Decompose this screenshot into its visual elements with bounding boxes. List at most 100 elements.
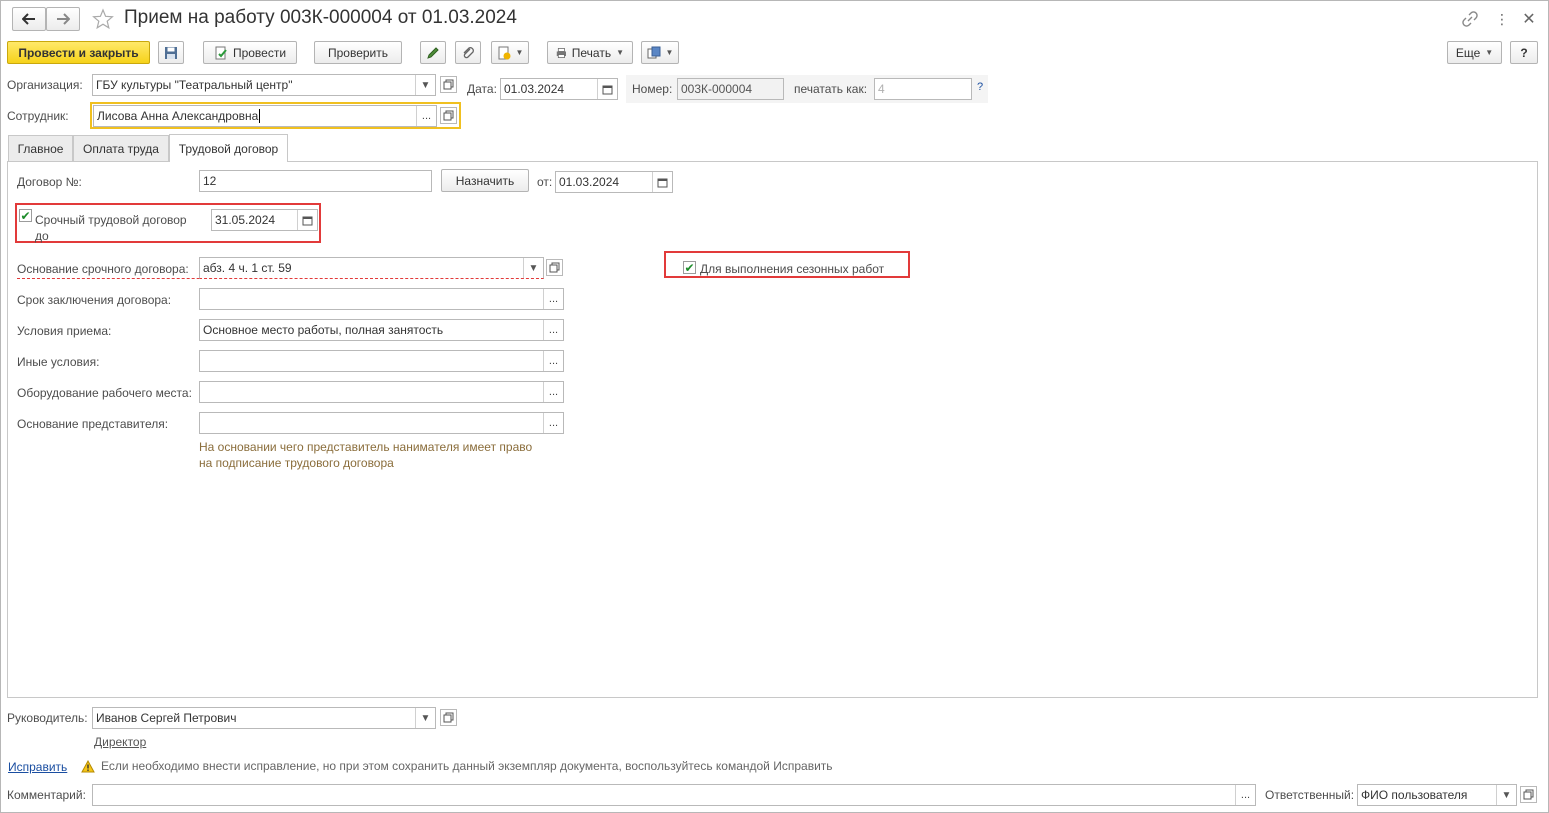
- select-ellipsis-button[interactable]: ...: [416, 106, 436, 126]
- comment-label: Комментарий:: [7, 788, 86, 802]
- basis-value: абз. 4 ч. 1 ст. 59: [203, 261, 292, 275]
- floppy-disk-icon: [165, 46, 177, 59]
- manager-open-button[interactable]: [440, 709, 457, 726]
- term-label: Срок заключения договора:: [17, 293, 172, 307]
- dropdown-arrow-icon[interactable]: ▼: [415, 75, 435, 95]
- sign-button[interactable]: [420, 41, 446, 64]
- link-icon[interactable]: [1460, 9, 1480, 29]
- manager-position-link[interactable]: Директор: [94, 735, 146, 749]
- calendar-icon[interactable]: [297, 210, 317, 230]
- check-button[interactable]: Проверить: [314, 41, 402, 64]
- printer-icon: [556, 47, 566, 58]
- chevron-down-icon: ▼: [1485, 48, 1494, 57]
- rep-basis-field[interactable]: ...: [199, 412, 564, 434]
- open-window-icon: [443, 110, 454, 121]
- help-button[interactable]: ?: [1510, 41, 1538, 64]
- equipment-field[interactable]: ...: [199, 381, 564, 403]
- responsible-field[interactable]: ФИО пользователя ▼: [1357, 784, 1517, 806]
- favorite-star-icon[interactable]: [90, 7, 116, 31]
- select-ellipsis-button[interactable]: ...: [543, 289, 563, 309]
- contract-from-value: 01.03.2024: [559, 175, 620, 189]
- contract-from-field[interactable]: 01.03.2024: [555, 171, 673, 193]
- tab-main[interactable]: Главное: [8, 135, 73, 161]
- select-ellipsis-button[interactable]: ...: [543, 413, 563, 433]
- open-window-icon: [1523, 789, 1534, 800]
- rep-basis-label: Основание представителя:: [17, 417, 169, 431]
- org-value: ГБУ культуры "Театральный центр": [96, 78, 293, 92]
- more-button-label: Еще: [1455, 45, 1481, 60]
- rep-basis-hint-line1: На основании чего представитель нанимате…: [199, 440, 533, 454]
- comment-field[interactable]: ...: [92, 784, 1256, 806]
- seasonal-label: Для выполнения сезонных работ: [700, 262, 885, 276]
- fixed-term-date-field[interactable]: 31.05.2024: [211, 209, 318, 231]
- other-conditions-label: Иные условия:: [17, 355, 100, 369]
- post-and-close-button[interactable]: Провести и закрыть: [7, 41, 150, 64]
- back-button[interactable]: [12, 7, 46, 31]
- manager-field[interactable]: Иванов Сергей Петрович ▼: [92, 707, 436, 729]
- responsible-open-button[interactable]: [1520, 786, 1537, 803]
- print-as-help-icon[interactable]: ?: [977, 81, 983, 93]
- fixed-term-date-value: 31.05.2024: [215, 213, 276, 227]
- date-field[interactable]: 01.03.2024: [500, 78, 618, 100]
- close-icon[interactable]: ✕: [1518, 8, 1540, 30]
- post-button[interactable]: Провести: [203, 41, 297, 64]
- more-vertical-icon[interactable]: ⋮: [1492, 9, 1512, 29]
- fix-hint: Если необходимо внести исправление, но п…: [101, 759, 833, 773]
- calendar-icon[interactable]: [597, 79, 617, 99]
- employee-open-button[interactable]: [440, 107, 457, 124]
- employee-field[interactable]: Лисова Анна Александровна ...: [93, 105, 437, 127]
- manager-label: Руководитель:: [7, 711, 88, 725]
- calendar-icon[interactable]: [652, 172, 672, 192]
- related-documents-button[interactable]: ▼: [641, 41, 679, 64]
- responsible-label: Ответственный:: [1265, 788, 1355, 802]
- print-as-label: печатать как:: [794, 82, 868, 96]
- conditions-field[interactable]: Основное место работы, полная занятость …: [199, 319, 564, 341]
- warning-icon: [80, 758, 96, 774]
- contract-number-label: Договор №:: [17, 175, 82, 189]
- open-window-icon: [443, 712, 454, 723]
- forward-button[interactable]: [46, 7, 80, 31]
- dropdown-arrow-icon[interactable]: ▼: [415, 708, 435, 728]
- seasonal-checkbox[interactable]: ✔: [683, 261, 696, 274]
- dropdown-arrow-icon[interactable]: ▼: [1496, 785, 1516, 805]
- tab-employment-contract[interactable]: Трудовой договор: [169, 134, 288, 162]
- contract-number-field[interactable]: 12: [199, 170, 432, 192]
- text-cursor: [259, 109, 261, 123]
- post-button-label: Провести: [232, 45, 287, 60]
- arrow-right-icon: [57, 13, 70, 25]
- term-field[interactable]: ...: [199, 288, 564, 310]
- tab-payment[interactable]: Оплата труда: [73, 135, 169, 161]
- print-button[interactable]: Печать ▼: [547, 41, 633, 64]
- dropdown-arrow-icon[interactable]: ▼: [523, 258, 543, 278]
- create-based-on-button[interactable]: ▼: [491, 41, 529, 64]
- contract-from-label: от:: [537, 175, 553, 189]
- select-ellipsis-button[interactable]: ...: [1235, 785, 1255, 805]
- select-ellipsis-button[interactable]: ...: [543, 351, 563, 371]
- fixed-term-label: Срочный трудовой договор: [35, 213, 187, 227]
- org-open-button[interactable]: [440, 76, 457, 93]
- rep-basis-hint-line2: на подписание трудового договора: [199, 456, 394, 470]
- print-as-field[interactable]: 4: [874, 78, 972, 100]
- org-label: Организация:: [7, 78, 83, 92]
- save-button[interactable]: [158, 41, 184, 64]
- select-ellipsis-button[interactable]: ...: [543, 382, 563, 402]
- attach-button[interactable]: [455, 41, 481, 64]
- fixed-term-checkbox[interactable]: ✔: [19, 209, 32, 222]
- assign-button[interactable]: Назначить: [441, 169, 529, 192]
- chevron-down-icon: ▼: [616, 48, 624, 57]
- fix-link[interactable]: Исправить: [8, 760, 67, 774]
- related-documents-icon: [647, 46, 661, 58]
- employee-value: Лисова Анна Александровна: [97, 109, 259, 123]
- other-conditions-field[interactable]: ...: [199, 350, 564, 372]
- select-ellipsis-button[interactable]: ...: [543, 320, 563, 340]
- window-title: Прием на работу 003К-000004 от 01.03.202…: [124, 7, 517, 28]
- basis-open-button[interactable]: [546, 259, 563, 276]
- number-field: 003К-000004: [677, 78, 784, 100]
- manager-value: Иванов Сергей Петрович: [96, 711, 237, 725]
- basis-field[interactable]: абз. 4 ч. 1 ст. 59 ▼: [199, 257, 544, 279]
- open-window-icon: [549, 262, 560, 273]
- chevron-down-icon: ▼: [515, 48, 524, 57]
- employee-label: Сотрудник:: [7, 109, 69, 123]
- org-field[interactable]: ГБУ культуры "Театральный центр" ▼: [92, 74, 436, 96]
- more-button[interactable]: Еще ▼: [1447, 41, 1502, 64]
